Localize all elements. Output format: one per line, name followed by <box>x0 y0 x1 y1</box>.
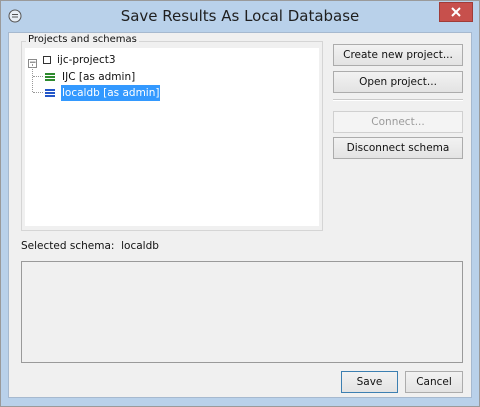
selected-schema-row: Selected schema: localdb <box>21 240 159 252</box>
tree-node-schema[interactable]: IJC [as admin] <box>45 69 185 85</box>
selected-schema-value: localdb <box>121 240 159 252</box>
projects-group: Projects and schemas − ijc-project3 IJC … <box>21 34 323 231</box>
tree-line <box>32 64 34 92</box>
tree-line <box>33 76 43 77</box>
schema-icon <box>45 73 55 81</box>
create-project-button[interactable]: Create new project... <box>333 44 463 66</box>
separator <box>333 99 463 101</box>
project-label: ijc-project3 <box>57 54 116 66</box>
dialog-content: Projects and schemas − ijc-project3 IJC … <box>8 32 472 398</box>
window-title: Save Results As Local Database <box>120 7 360 25</box>
connect-button[interactable]: Connect... <box>333 111 463 133</box>
disconnect-schema-button[interactable]: Disconnect schema <box>333 137 463 159</box>
schema-label: localdb [as admin] <box>59 84 162 102</box>
schema-icon <box>45 89 55 97</box>
tree-node-project[interactable]: − ijc-project3 <box>25 52 175 68</box>
tree-line <box>33 92 43 93</box>
selected-schema-label: Selected schema: <box>21 240 115 252</box>
project-icon <box>43 56 51 64</box>
title-bar[interactable]: Save Results As Local Database <box>1 1 479 32</box>
group-label: Projects and schemas <box>26 34 139 45</box>
dialog-window: Save Results As Local Database Projects … <box>0 0 480 407</box>
schema-label: IJC [as admin] <box>62 71 136 83</box>
tree-node-schema-selected[interactable]: localdb [as admin] <box>45 84 185 102</box>
close-button[interactable] <box>439 2 473 22</box>
open-project-button[interactable]: Open project... <box>333 71 463 93</box>
save-button[interactable]: Save <box>341 371 398 393</box>
schema-info-box <box>21 261 463 363</box>
cancel-button[interactable]: Cancel <box>405 371 463 393</box>
close-icon <box>451 7 461 17</box>
project-tree[interactable]: − ijc-project3 IJC [as admin] localdb [a… <box>25 48 319 226</box>
